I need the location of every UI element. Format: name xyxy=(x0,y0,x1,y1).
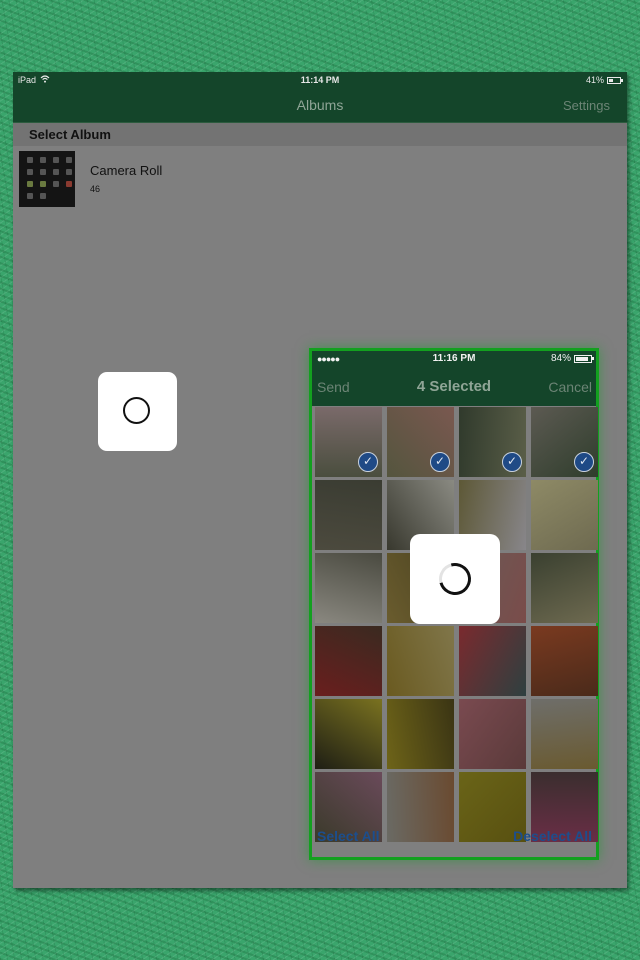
battery-percent: 41% xyxy=(585,75,604,85)
photo-thumbnail[interactable]: ✓ xyxy=(531,407,598,477)
albums-nav-bar: Albums Settings xyxy=(13,88,627,123)
iphone-preview: ●●●●● 11:16 PM 84% Send 4 Selected Cance… xyxy=(309,348,599,860)
photo-thumbnail[interactable] xyxy=(315,699,382,769)
checkmark-icon: ✓ xyxy=(574,452,594,472)
photo-thumbnail[interactable]: ✓ xyxy=(387,407,454,477)
deselect-all-button[interactable]: Deselect All xyxy=(513,828,592,844)
photo-thumbnail[interactable] xyxy=(387,699,454,769)
battery-icon xyxy=(607,76,623,84)
phone-status-bar: ●●●●● 11:16 PM 84% xyxy=(312,351,596,367)
checkmark-icon: ✓ xyxy=(502,452,522,472)
album-count: 46 xyxy=(90,184,101,194)
ipad-status-bar: iPad 11:14 PM 41% xyxy=(13,72,627,88)
phone-battery-icon xyxy=(574,354,594,363)
photo-thumbnail[interactable] xyxy=(459,699,526,769)
photo-thumbnail[interactable] xyxy=(531,626,598,696)
photo-thumbnail[interactable] xyxy=(531,699,598,769)
album-name: Camera Roll xyxy=(90,163,163,178)
photo-thumbnail[interactable] xyxy=(387,626,454,696)
photo-thumbnail[interactable] xyxy=(459,626,526,696)
photo-thumbnail[interactable]: ✓ xyxy=(459,407,526,477)
status-time: 11:14 PM xyxy=(300,75,340,85)
cancel-button[interactable]: Cancel xyxy=(548,379,592,395)
photo-thumbnail[interactable] xyxy=(315,553,382,623)
settings-button[interactable]: Settings xyxy=(563,98,610,113)
photo-grid: ✓ ✓ ✓ ✓ xyxy=(315,407,598,842)
section-header-label: Select Album xyxy=(29,127,111,142)
album-row-camera-roll[interactable]: Camera Roll 46 xyxy=(13,147,627,211)
photo-thumbnail[interactable] xyxy=(531,480,598,550)
checkmark-icon: ✓ xyxy=(430,452,450,472)
photo-thumbnail[interactable]: ✓ xyxy=(315,407,382,477)
photo-thumbnail[interactable] xyxy=(315,626,382,696)
page-title: Albums xyxy=(296,97,344,113)
checkmark-icon: ✓ xyxy=(358,452,378,472)
phone-nav-bar: Send 4 Selected Cancel xyxy=(312,367,596,406)
photo-thumbnail[interactable] xyxy=(315,480,382,550)
phone-bottom-toolbar: Select All Deselect All xyxy=(312,817,596,857)
loading-spinner-icon xyxy=(433,557,477,601)
phone-loading-hud xyxy=(410,534,500,624)
loading-hud xyxy=(98,372,177,451)
section-header: Select Album xyxy=(13,123,627,146)
phone-battery-percent: 84% xyxy=(550,353,571,364)
photo-thumbnail[interactable] xyxy=(531,553,598,623)
select-all-button[interactable]: Select All xyxy=(317,828,380,844)
loading-spinner-icon xyxy=(123,397,150,424)
album-thumbnail xyxy=(19,151,75,207)
